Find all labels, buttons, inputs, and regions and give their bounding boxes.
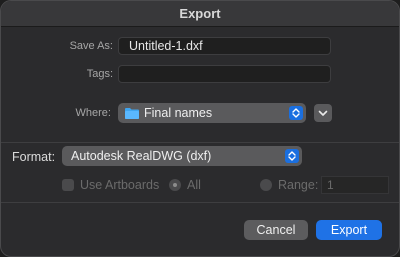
save-as-input[interactable]: Untitled-1.dxf: [118, 37, 331, 55]
export-dialog: Export Save As: Untitled-1.dxf Tags: Whe…: [0, 0, 400, 257]
range-input[interactable]: 1: [321, 176, 389, 194]
all-radio[interactable]: [169, 179, 181, 191]
use-artboards-label: Use Artboards: [80, 178, 160, 192]
where-label: Where:: [75, 107, 111, 119]
use-artboards-checkbox[interactable]: [62, 179, 74, 191]
range-label: Range:: [278, 178, 319, 192]
save-as-label: Save As:: [69, 40, 113, 52]
folder-icon: [125, 108, 139, 119]
expand-button[interactable]: [314, 104, 332, 122]
divider: [1, 202, 399, 203]
format-popup[interactable]: Autodesk RealDWG (dxf): [62, 146, 302, 166]
tags-input[interactable]: [118, 65, 331, 83]
where-popup[interactable]: Final names: [118, 103, 306, 123]
export-button[interactable]: Export: [316, 220, 382, 240]
format-label: Format:: [12, 150, 56, 164]
tags-label: Tags:: [86, 68, 113, 80]
range-radio[interactable]: [260, 179, 272, 191]
up-down-chevron-icon: [285, 149, 299, 163]
divider: [1, 142, 399, 143]
up-down-chevron-icon: [289, 106, 303, 120]
chevron-down-icon: [318, 110, 328, 116]
format-value: Autodesk RealDWG (dxf): [71, 149, 212, 163]
all-label: All: [187, 178, 201, 192]
cancel-button[interactable]: Cancel: [244, 220, 308, 240]
dialog-title: Export: [1, 1, 399, 27]
where-value: Final names: [144, 106, 213, 120]
